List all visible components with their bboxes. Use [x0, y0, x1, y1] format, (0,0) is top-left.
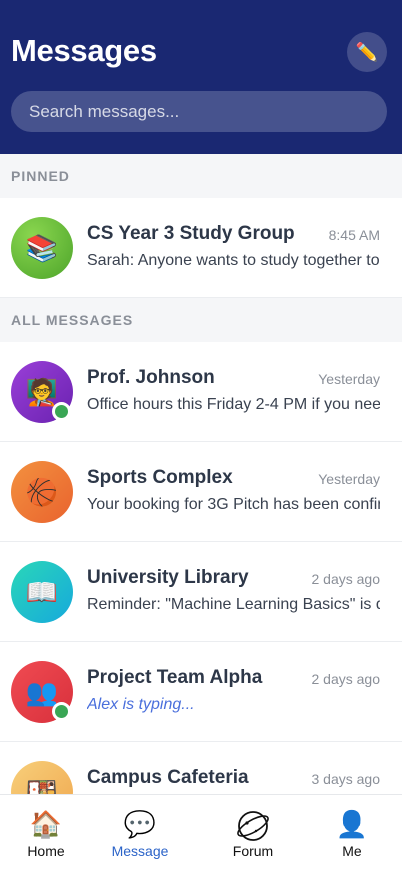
- tab-label: Forum: [232, 843, 274, 859]
- section-label-all-messages: ALL MESSAGES: [0, 298, 402, 342]
- chat-name: Sports Complex: [87, 467, 233, 488]
- chat-row-cs-year-3-study-group[interactable]: 📚 CS Year 3 Study Group 8:45 AM Sarah: A…: [0, 198, 402, 298]
- chat-name: CS Year 3 Study Group: [87, 223, 295, 244]
- tab-label: Me: [342, 843, 362, 859]
- group-icon: 👥: [25, 676, 59, 707]
- chat-preview: Your booking for 3G Pitch has been confi…: [87, 496, 380, 513]
- tab-home[interactable]: 🏠 Home: [6, 805, 86, 859]
- chat-name: Project Team Alpha: [87, 667, 263, 688]
- tab-label: Home: [27, 843, 65, 859]
- chat-name: University Library: [87, 567, 249, 588]
- chat-preview: Reminder: "Machine Learning Basics" is d…: [87, 596, 380, 613]
- chat-time: 2 days ago: [311, 571, 381, 587]
- avatar: 📖: [11, 561, 73, 623]
- books-icon: 📚: [25, 232, 59, 263]
- chat-time: Yesterday: [318, 371, 380, 387]
- house-icon: 🏠: [29, 809, 63, 839]
- avatar: 🏀: [11, 461, 73, 523]
- pencil-icon: ✏️: [355, 41, 379, 62]
- chat-preview: Office hours this Friday 2-4 PM if you n…: [87, 396, 380, 413]
- user-silhouette-icon: 👤: [335, 809, 369, 839]
- page-title: Messages: [11, 33, 157, 68]
- chat-name: Prof. Johnson: [87, 367, 215, 388]
- online-status-dot: [52, 402, 71, 421]
- section-label-pinned: PINNED: [0, 154, 402, 198]
- chat-time: 2 days ago: [311, 671, 381, 687]
- bottom-tab-bar: 🏠 Home 💬 Message Forum 👤 Me: [0, 794, 402, 874]
- header: Messages ✏️: [0, 0, 402, 154]
- book-icon: 📖: [25, 576, 59, 607]
- chat-row-university-library[interactable]: 📖 University Library 2 days ago Reminder…: [0, 542, 402, 642]
- planet-icon: [213, 805, 293, 843]
- typing-indicator: Alex is typing...: [87, 696, 195, 713]
- compose-button[interactable]: ✏️: [347, 32, 387, 72]
- chat-name: Campus Cafeteria: [87, 767, 249, 788]
- tab-forum[interactable]: Forum: [213, 805, 293, 859]
- chat-time: 3 days ago: [311, 771, 381, 787]
- chat-time: Yesterday: [318, 471, 380, 487]
- tab-me[interactable]: 👤 Me: [312, 805, 392, 859]
- tab-message[interactable]: 💬 Message: [100, 805, 180, 859]
- chat-time: 8:45 AM: [328, 227, 380, 243]
- basketball-icon: 🏀: [25, 476, 59, 507]
- speech-bubble-icon: 💬: [123, 809, 157, 839]
- search-input[interactable]: [11, 91, 387, 132]
- online-status-dot: [52, 702, 71, 721]
- avatar: 📚: [11, 217, 73, 279]
- teacher-icon: 🧑‍🏫: [25, 376, 59, 407]
- search-bar[interactable]: [11, 91, 387, 132]
- chat-preview: Sarah: Anyone wants to study together to…: [87, 252, 380, 269]
- chat-row-prof-johnson[interactable]: 🧑‍🏫 Prof. Johnson Yesterday Office hours…: [0, 342, 402, 442]
- chat-row-sports-complex[interactable]: 🏀 Sports Complex Yesterday Your booking …: [0, 442, 402, 542]
- tab-label: Message: [111, 843, 169, 859]
- chat-row-project-team-alpha[interactable]: 👥 Project Team Alpha 2 days ago Alex is …: [0, 642, 402, 742]
